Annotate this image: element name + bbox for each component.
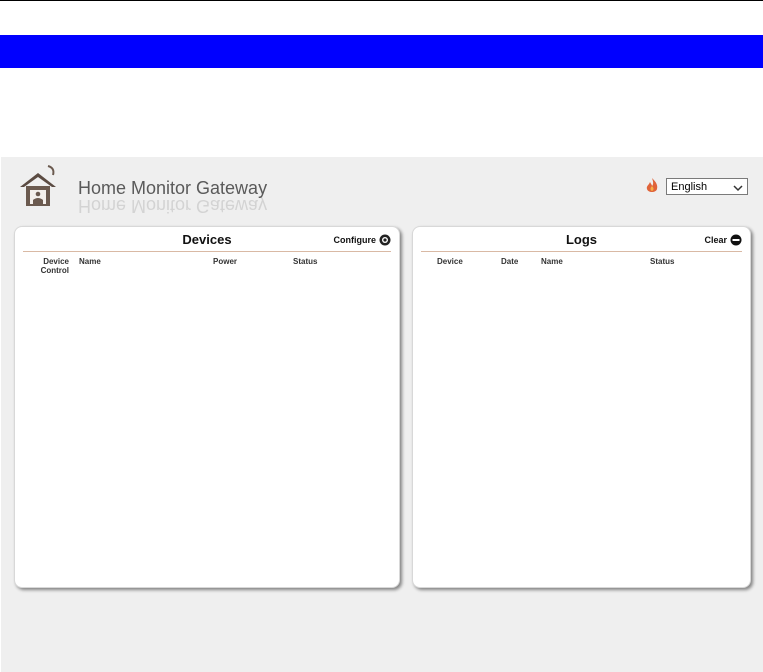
- language-select-value: English: [671, 181, 708, 193]
- language-select[interactable]: English: [666, 178, 748, 195]
- col-device-control: Device Control: [40, 257, 69, 275]
- configure-button[interactable]: Configure: [334, 234, 392, 246]
- logs-title: Logs: [565, 232, 598, 247]
- top-rule: [0, 0, 763, 1]
- col-date: Date: [501, 257, 519, 266]
- devices-divider: [23, 251, 391, 252]
- banner-bar: [0, 35, 763, 68]
- col-status: Status: [650, 257, 675, 266]
- gear-icon: [379, 234, 391, 246]
- logs-divider: [421, 251, 742, 252]
- col-device: Device: [437, 257, 463, 266]
- fire-icon: [642, 176, 662, 196]
- app-title-reflection: Home Monitor Gateway: [78, 196, 268, 216]
- clear-icon: [730, 234, 742, 246]
- clear-button[interactable]: Clear: [704, 234, 742, 246]
- devices-panel: Devices Configure Device Control Name Po…: [14, 226, 400, 588]
- col-name: Name: [541, 257, 563, 266]
- home-icon: [18, 163, 58, 209]
- chevron-down-icon: [733, 183, 743, 192]
- configure-label: Configure: [333, 235, 377, 245]
- col-power: Power: [213, 257, 238, 266]
- clear-label: Clear: [704, 235, 727, 245]
- logs-panel: Logs Clear Device Date Name Status: [412, 226, 751, 588]
- col-name: Name: [79, 257, 101, 266]
- col-status: Status: [293, 257, 318, 266]
